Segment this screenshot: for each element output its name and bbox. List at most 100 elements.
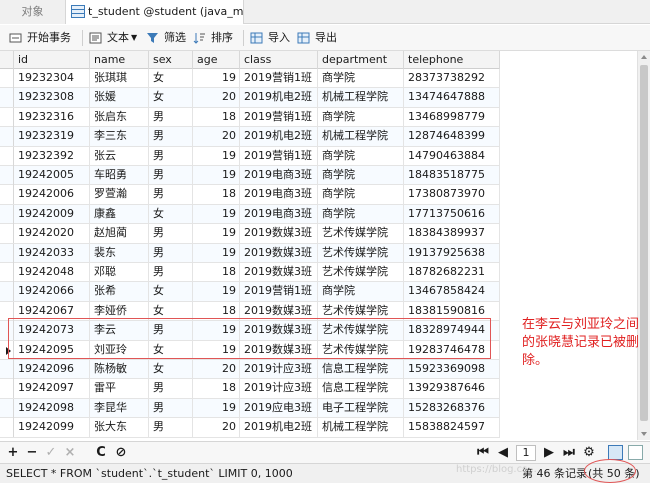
cell-sex[interactable]: 男 xyxy=(149,107,193,127)
row-marker[interactable] xyxy=(0,146,14,166)
column-header-sex[interactable]: sex xyxy=(149,51,193,69)
cell-department[interactable]: 商学院 xyxy=(318,69,404,88)
cell-sex[interactable]: 男 xyxy=(149,146,193,166)
cell-id[interactable]: 19242006 xyxy=(14,185,90,205)
table-row[interactable]: 19242098 李昆华男 19 2019应电3班 电子工程学院 15283268376 xyxy=(0,398,500,419)
vertical-scrollbar[interactable] xyxy=(637,51,650,440)
row-marker[interactable] xyxy=(0,379,14,399)
cell-name[interactable]: 裴东 xyxy=(90,243,149,263)
cell-age[interactable]: 18 xyxy=(193,379,240,399)
cell-sex[interactable]: 男 xyxy=(149,398,193,418)
row-marker[interactable] xyxy=(0,243,14,263)
import-button[interactable]: 导入 xyxy=(250,29,292,47)
table-row[interactable]: 19232308 张媛女 20 2019机电2班 机械工程学院 13474647888 xyxy=(0,88,500,108)
cell-telephone[interactable]: 13468998779 xyxy=(404,107,500,127)
table-row[interactable]: 19242006 罗萱瀚男 18 2019电商3班 商学院 17380873970 xyxy=(0,185,500,205)
cell-telephone[interactable]: 15838824597 xyxy=(404,418,500,438)
cell-age[interactable]: 18 xyxy=(193,185,240,205)
cell-id[interactable]: 19242009 xyxy=(14,204,90,224)
cell-department[interactable]: 机械工程学院 xyxy=(318,418,404,438)
cell-name[interactable]: 张希 xyxy=(90,282,149,302)
cell-sex[interactable]: 男 xyxy=(149,127,193,147)
row-marker[interactable] xyxy=(0,263,14,282)
text-button[interactable]: 文本 ▼ xyxy=(89,29,141,47)
tab-objects[interactable]: 对象 xyxy=(0,0,66,24)
table-row[interactable]: 19242020 赵旭蔺男 19 2019数媒3班 艺术传媒学院 18384389937 xyxy=(0,224,500,244)
cell-age[interactable]: 19 xyxy=(193,243,240,263)
cell-name[interactable]: 康鑫 xyxy=(90,204,149,224)
cell-department[interactable]: 信息工程学院 xyxy=(318,360,404,379)
cell-department[interactable]: 艺术传媒学院 xyxy=(318,263,404,282)
cell-id[interactable]: 19242098 xyxy=(14,398,90,418)
row-marker[interactable] xyxy=(0,166,14,185)
cell-department[interactable]: 商学院 xyxy=(318,146,404,166)
cell-name[interactable]: 赵旭蔺 xyxy=(90,224,149,244)
cell-class[interactable]: 2019电商3班 xyxy=(240,185,318,205)
cell-id[interactable]: 19242033 xyxy=(14,243,90,263)
discard-changes-button[interactable]: × xyxy=(63,445,77,461)
cell-age[interactable]: 20 xyxy=(193,127,240,147)
prev-page-button[interactable]: ◀ xyxy=(496,445,510,461)
row-marker[interactable] xyxy=(0,418,14,438)
tab-t-student[interactable]: t_student @student (java_m... xyxy=(66,0,244,24)
column-header-id[interactable]: id xyxy=(14,51,90,69)
cell-sex[interactable]: 女 xyxy=(149,360,193,379)
table-row[interactable]: 19242097 雷平男 18 2019计应3班 信息工程学院 13929387646 xyxy=(0,379,500,399)
cell-department[interactable]: 信息工程学院 xyxy=(318,379,404,399)
row-marker[interactable] xyxy=(0,127,14,147)
cell-class[interactable]: 2019电商3班 xyxy=(240,204,318,224)
cell-telephone[interactable]: 17713750616 xyxy=(404,204,500,224)
cell-department[interactable]: 商学院 xyxy=(318,166,404,185)
page-number-input[interactable]: 1 xyxy=(516,445,536,461)
table-row[interactable]: 19232316 张启东男 18 2019营销1班 商学院 13468998779 xyxy=(0,107,500,128)
cell-class[interactable]: 2019电商3班 xyxy=(240,166,318,185)
cell-class[interactable]: 2019营销1班 xyxy=(240,69,318,88)
cell-department[interactable]: 艺术传媒学院 xyxy=(318,224,404,244)
export-button[interactable]: 导出 xyxy=(297,29,339,47)
cell-id[interactable]: 19232392 xyxy=(14,146,90,166)
table-row[interactable]: 19242066 张希女 19 2019营销1班 商学院 13467858424 xyxy=(0,282,500,302)
stop-button[interactable]: ⊘ xyxy=(114,445,128,461)
cell-name[interactable]: 李三东 xyxy=(90,127,149,147)
cell-name[interactable]: 张媛 xyxy=(90,88,149,108)
row-marker[interactable] xyxy=(0,69,14,88)
cell-department[interactable]: 机械工程学院 xyxy=(318,127,404,147)
cell-id[interactable]: 19232319 xyxy=(14,127,90,147)
cell-age[interactable]: 20 xyxy=(193,88,240,108)
row-marker[interactable] xyxy=(0,185,14,205)
cell-class[interactable]: 2019应电3班 xyxy=(240,398,318,418)
cell-name[interactable]: 邓聪 xyxy=(90,263,149,282)
cell-class[interactable]: 2019数媒3班 xyxy=(240,263,318,282)
cell-name[interactable]: 张琪琪 xyxy=(90,69,149,88)
cell-sex[interactable]: 女 xyxy=(149,204,193,224)
column-header-class[interactable]: class xyxy=(240,51,318,69)
cell-id[interactable]: 19242020 xyxy=(14,224,90,244)
settings-gear-icon[interactable]: ⚙ xyxy=(582,445,596,461)
cell-age[interactable]: 19 xyxy=(193,398,240,418)
table-row[interactable]: 19242009 康鑫女 19 2019电商3班 商学院 17713750616 xyxy=(0,204,500,225)
table-row[interactable]: 19242096 陈杨敏女 20 2019计应3班 信息工程学院 15923369098 xyxy=(0,360,500,380)
cell-sex[interactable]: 男 xyxy=(149,263,193,282)
cell-class[interactable]: 2019数媒3班 xyxy=(240,243,318,263)
cell-age[interactable]: 19 xyxy=(193,282,240,302)
cell-telephone[interactable]: 13474647888 xyxy=(404,88,500,108)
filter-button[interactable]: 筛选 xyxy=(146,29,188,47)
cell-sex[interactable]: 男 xyxy=(149,166,193,185)
cell-age[interactable]: 19 xyxy=(193,224,240,244)
table-row[interactable]: 19242099 张大东男 20 2019机电2班 机械工程学院 15838824597 xyxy=(0,418,500,438)
cell-id[interactable]: 19242099 xyxy=(14,418,90,438)
cell-telephone[interactable]: 17380873970 xyxy=(404,185,500,205)
cell-class[interactable]: 2019数媒3班 xyxy=(240,224,318,244)
cell-id[interactable]: 19232304 xyxy=(14,69,90,88)
cell-telephone[interactable]: 18384389937 xyxy=(404,224,500,244)
cell-class[interactable]: 2019机电2班 xyxy=(240,88,318,108)
cell-age[interactable]: 18 xyxy=(193,107,240,127)
cell-age[interactable]: 19 xyxy=(193,166,240,185)
cell-class[interactable]: 2019机电2班 xyxy=(240,418,318,438)
cell-age[interactable]: 20 xyxy=(193,360,240,379)
last-page-button[interactable]: ⏭ xyxy=(562,445,576,461)
cell-class[interactable]: 2019营销1班 xyxy=(240,146,318,166)
cell-id[interactable]: 19242005 xyxy=(14,166,90,185)
cell-department[interactable]: 商学院 xyxy=(318,282,404,302)
delete-record-button[interactable]: − xyxy=(25,445,39,461)
